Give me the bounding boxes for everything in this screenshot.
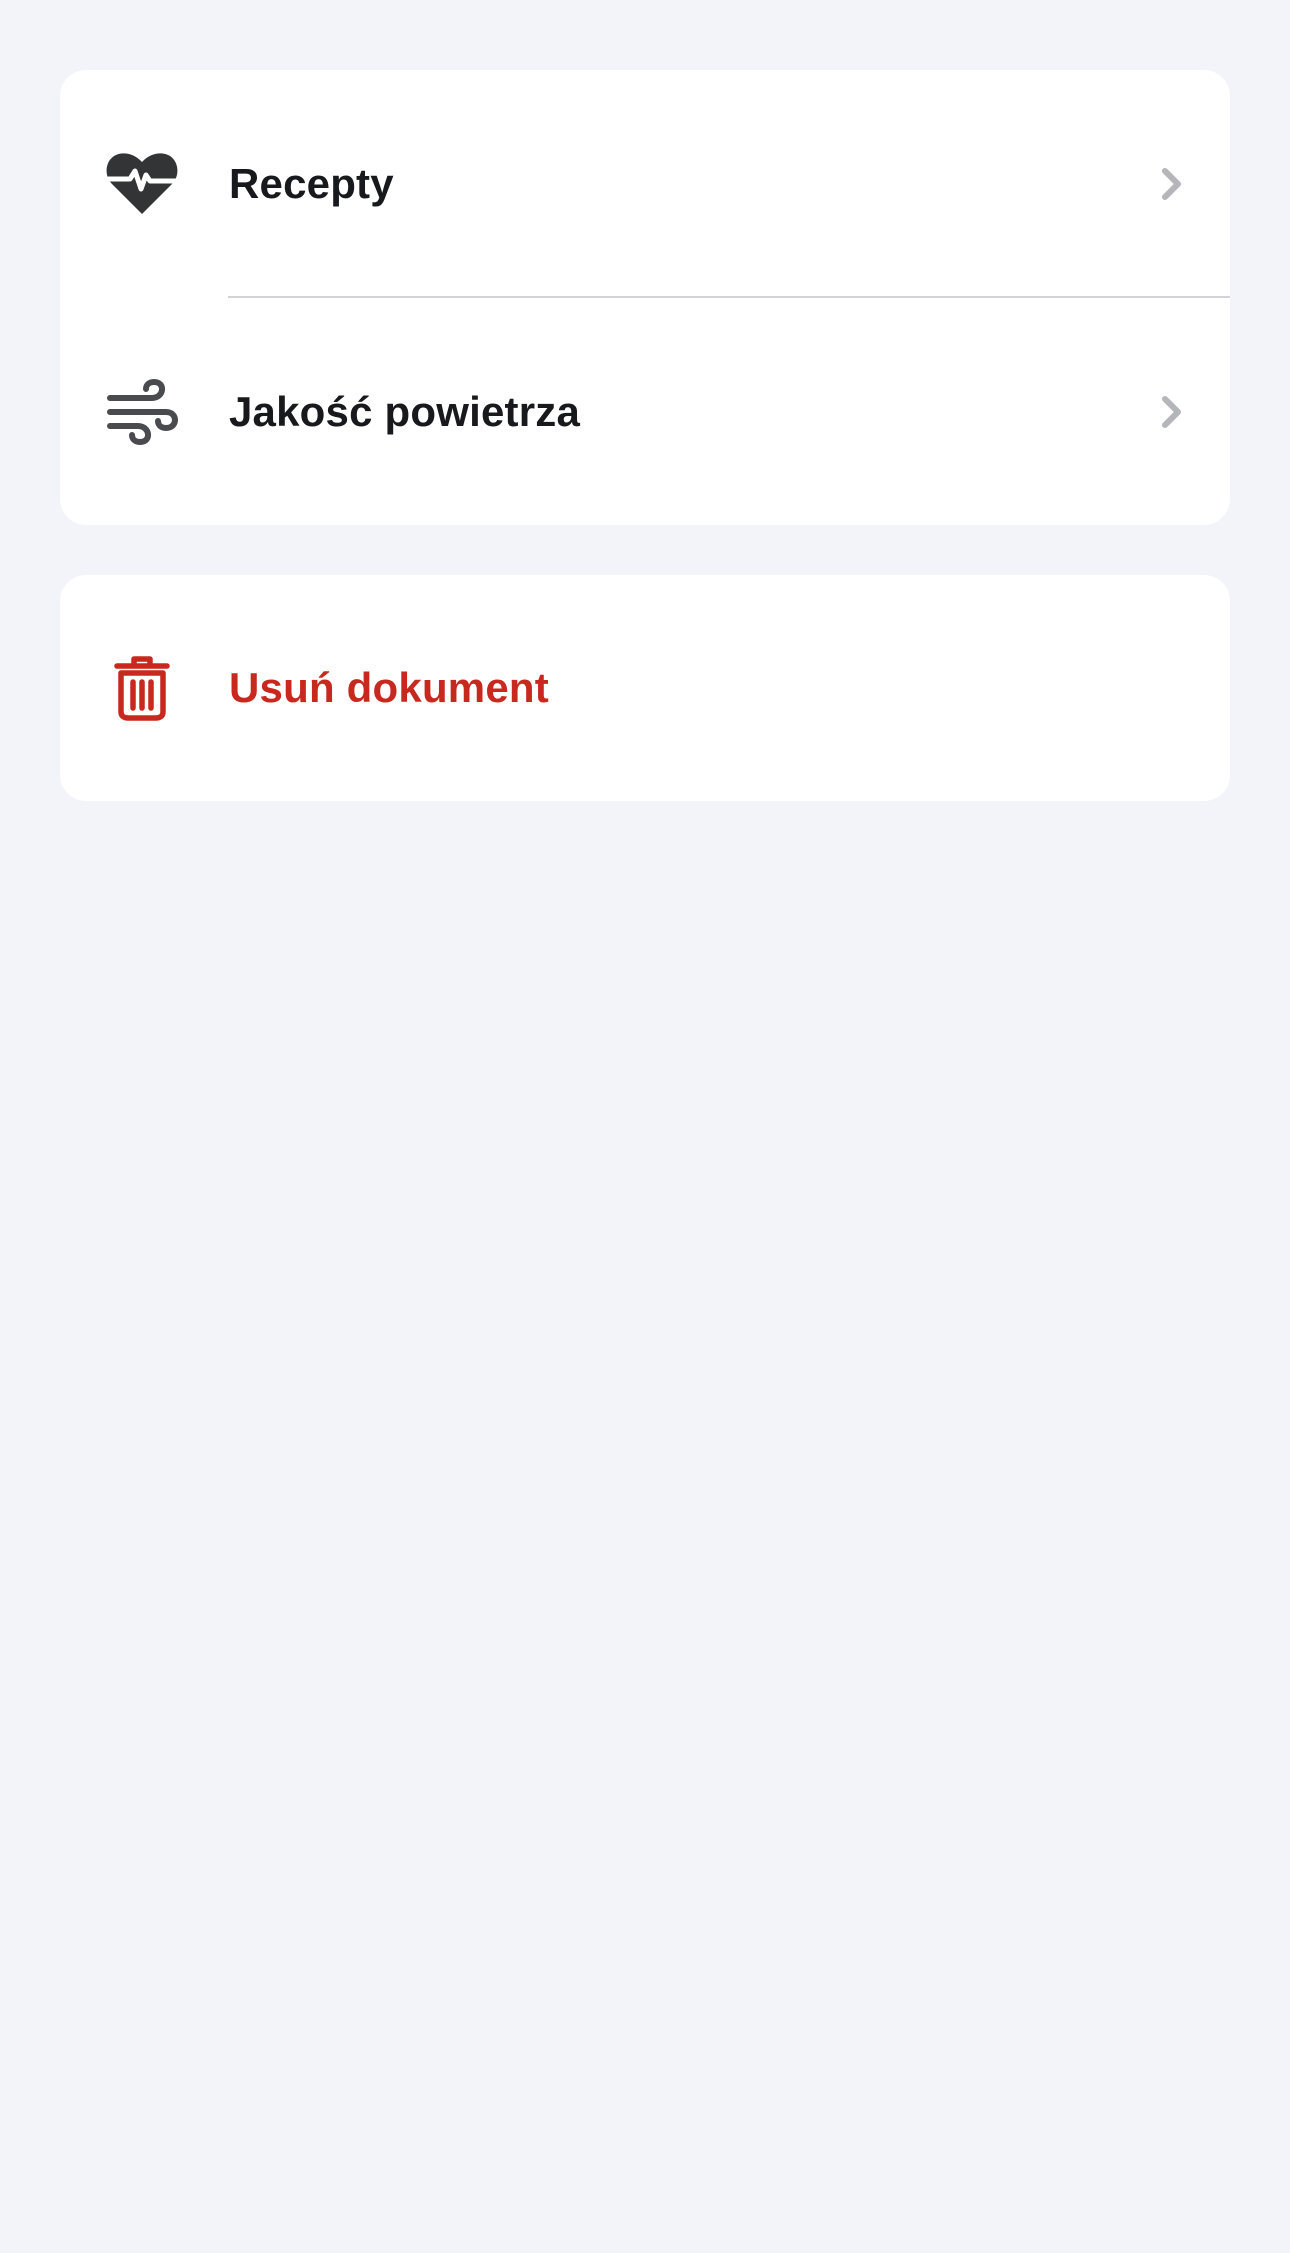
trash-icon (106, 652, 178, 724)
menu-item-jakosc-powietrza[interactable]: Jakość powietrza (60, 298, 1230, 525)
menu-item-recepty[interactable]: Recepty (60, 70, 1230, 297)
chevron-right-icon (1162, 167, 1181, 200)
menu-item-label: Jakość powietrza (229, 387, 581, 435)
danger-card: Usuń dokument (60, 575, 1230, 801)
heart-pulse-icon (106, 148, 178, 220)
chevron-right-icon (1162, 395, 1181, 428)
wind-icon (106, 376, 178, 448)
settings-card: Recepty Jakość powietrza (60, 70, 1230, 525)
menu-item-label: Recepty (229, 159, 394, 207)
delete-document-button[interactable]: Usuń dokument (60, 575, 1230, 801)
delete-document-label: Usuń dokument (229, 664, 549, 711)
